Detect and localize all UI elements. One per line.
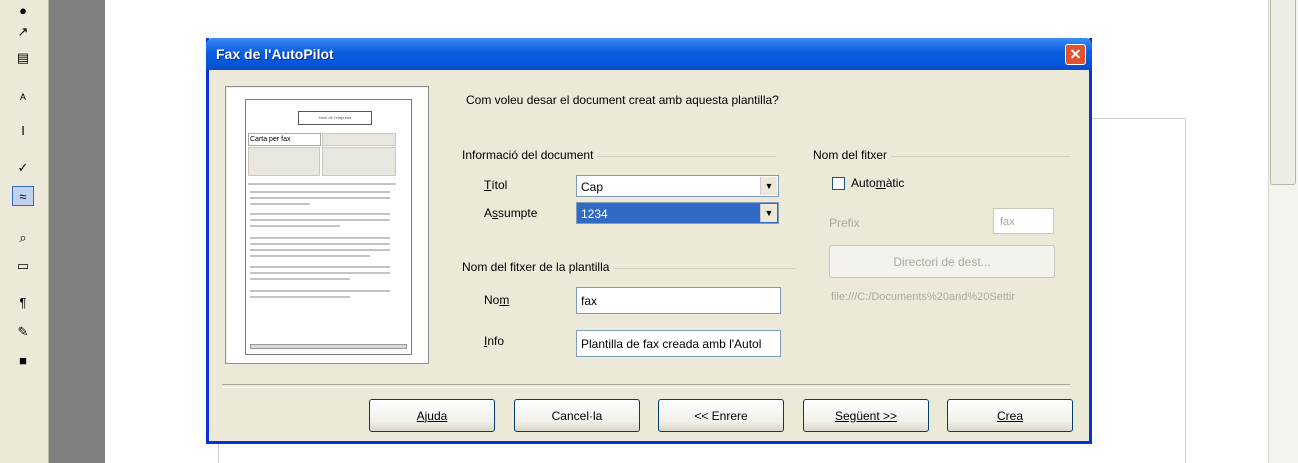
preview-fax-label: Carta per fax (248, 133, 321, 146)
title-value: Cap (581, 180, 604, 194)
title-label: Títol (484, 178, 508, 192)
preview-line (250, 203, 310, 205)
spellcheck-icon[interactable]: ✓ (12, 158, 34, 178)
scrollbar-thumb[interactable] (1270, 0, 1296, 185)
subject-combobox[interactable]: 1234 ▼ (576, 202, 779, 224)
preview-line (250, 237, 390, 239)
dialog-title: Fax de l'AutoPilot (216, 46, 334, 62)
prefix-value: fax (1000, 216, 1015, 228)
insert-object-icon[interactable]: ↗ (12, 22, 34, 42)
datasource-icon[interactable]: ✎ (12, 322, 34, 342)
subject-value: 1234 (581, 207, 608, 221)
subject-label: Assumpte (484, 206, 538, 220)
left-toolbar: ● ↗ ▤ ᴬ I ✓ ≈ ⌕ ▭ ¶ ✎ ■ (0, 0, 49, 463)
template-file-group-title: Nom del fitxer de la plantilla (462, 260, 614, 274)
preview-line (250, 296, 350, 298)
filename-group-title: Nom del fitxer (813, 148, 892, 162)
preview-line (250, 197, 390, 199)
preview-header: Nom de l'empresa (298, 111, 372, 125)
preview-line (250, 255, 370, 257)
automatic-label[interactable]: Automàtic (851, 176, 904, 190)
page-border-right (1185, 118, 1186, 463)
cancel-button[interactable]: Cancel·la (514, 399, 640, 432)
preview-line (250, 219, 390, 221)
preview-line (250, 266, 390, 268)
next-label: Següent >> (834, 408, 898, 423)
preview-line (250, 225, 340, 227)
back-button[interactable]: << Enrere (658, 399, 784, 432)
name-value: fax (581, 294, 598, 308)
preview-line (250, 272, 390, 274)
button-separator (222, 384, 1070, 388)
info-label: Info (484, 334, 505, 348)
chevron-down-icon[interactable]: ▼ (760, 177, 777, 195)
create-button[interactable]: Crea (947, 399, 1073, 432)
preview-line (250, 243, 390, 245)
autospell-icon[interactable]: ≈ (12, 186, 34, 206)
title-combobox[interactable]: Cap ▼ (576, 175, 779, 197)
nonprinting-chars-icon[interactable]: ¶ (12, 292, 34, 312)
chevron-down-icon[interactable]: ▼ (760, 204, 777, 222)
navigator-icon[interactable]: ▤ (12, 48, 34, 68)
preview-line (250, 191, 390, 193)
preview-line (250, 290, 390, 292)
help-label: Ajuda (416, 408, 448, 423)
preview-box (248, 147, 320, 176)
ruler-margin (49, 0, 105, 463)
preview-line (248, 183, 396, 185)
next-button[interactable]: Següent >> (803, 399, 929, 432)
prefix-label: Prefix (829, 216, 860, 230)
dialog-titlebar[interactable]: Fax de l'AutoPilot ✕ (206, 38, 1092, 70)
name-input[interactable]: fax (576, 287, 781, 314)
preview-page: Nom de l'empresa Carta per fax (245, 99, 412, 355)
create-label: Crea (996, 408, 1023, 423)
automatic-checkbox[interactable] (832, 177, 845, 190)
file-path-text: file:///C:/Documents%20and%20Settir (831, 291, 1016, 303)
gallery-icon[interactable]: ▭ (12, 256, 34, 276)
macro-icon[interactable]: ■ (12, 350, 34, 370)
preview-box (322, 147, 396, 176)
text-cursor-icon[interactable]: ᴬ (12, 88, 34, 108)
info-value: Plantilla de fax creada amb l'Autol (581, 337, 762, 351)
preview-line (250, 249, 390, 251)
preview-footer (250, 344, 407, 349)
name-label: Nom (484, 293, 510, 307)
draw-icon[interactable]: ● (12, 0, 34, 20)
preview-line (250, 213, 390, 215)
info-input[interactable]: Plantilla de fax creada amb l'Autol (576, 330, 781, 357)
preview-box (322, 133, 396, 146)
preview-line (250, 278, 350, 280)
close-button[interactable]: ✕ (1065, 44, 1086, 65)
text-tool-icon[interactable]: I (12, 120, 34, 140)
doc-info-group-title: Informació del document (462, 148, 598, 162)
prefix-input[interactable]: fax (993, 208, 1054, 234)
help-button[interactable]: Ajuda (369, 399, 495, 432)
destination-directory-button[interactable]: Directori de dest... (829, 245, 1055, 278)
template-preview: Nom de l'empresa Carta per fax (225, 86, 429, 364)
save-question: Com voleu desar el document creat amb aq… (466, 93, 779, 107)
find-icon[interactable]: ⌕ (12, 228, 34, 248)
